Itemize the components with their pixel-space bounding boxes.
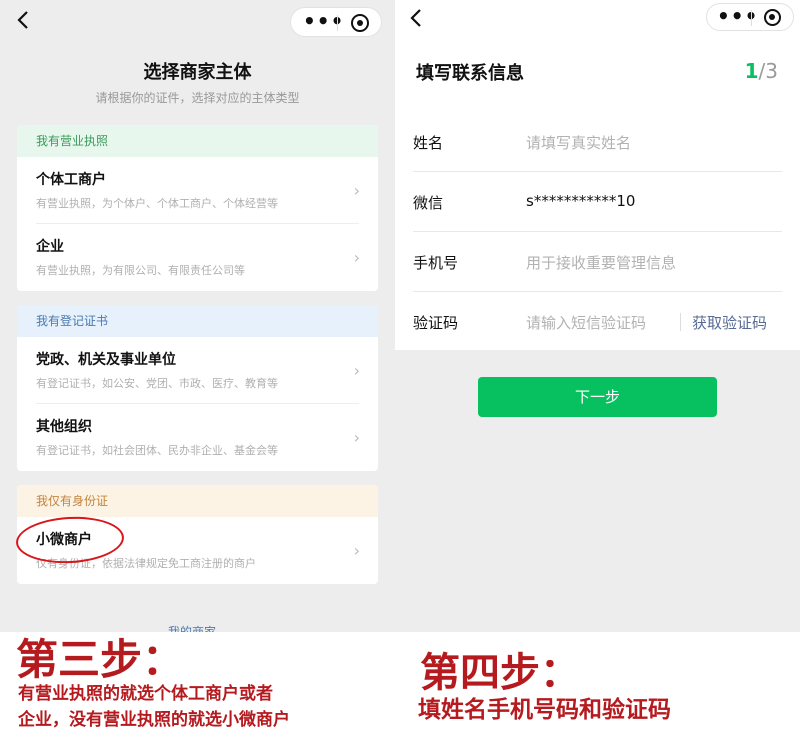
field-label: 姓名 <box>413 134 444 152</box>
capsule-divider <box>751 10 752 26</box>
more-icon[interactable]: ••• <box>717 4 758 32</box>
form-title: 填写联系信息 <box>416 63 524 84</box>
chevron-right-icon: › <box>353 361 360 380</box>
right-screen: ••• 填写联系信息 1/3 姓名 请填写真实姓名 微信 s**********… <box>395 0 800 632</box>
nav-bar: ••• <box>395 0 800 36</box>
step-indicator: 1/3 <box>745 59 778 83</box>
phone-input[interactable]: 用于接收重要管理信息 <box>526 252 676 273</box>
name-input[interactable]: 请填写真实姓名 <box>526 132 631 153</box>
section-registration-cert: 我有登记证书 党政、机关及事业单位 有登记证书，如公安、党团、市政、医疗、教育等… <box>17 305 378 471</box>
wechat-value: s***********10 <box>526 192 636 210</box>
capsule-divider <box>337 15 338 31</box>
phone-field[interactable]: 手机号 用于接收重要管理信息 <box>395 232 800 292</box>
left-screen: ••• 选择商家主体 请根据你的证件，选择对应的主体类型 我有营业执照 个体工商… <box>0 0 395 632</box>
step3-caption-title: 第三步： <box>16 635 185 684</box>
field-label: 手机号 <box>413 254 459 272</box>
option-other-organization[interactable]: 其他组织 有登记证书，如社会团体、民办非企业、基金会等 › <box>17 404 378 471</box>
code-divider <box>680 313 681 331</box>
field-label: 验证码 <box>413 314 459 332</box>
option-desc: 有登记证书，如社会团体、民办非企业、基金会等 <box>36 444 278 457</box>
option-title: 个体工商户 <box>36 172 106 188</box>
close-icon[interactable] <box>351 14 369 32</box>
option-title: 企业 <box>36 239 64 255</box>
option-government-institution[interactable]: 党政、机关及事业单位 有登记证书，如公安、党团、市政、医疗、教育等 › <box>17 337 378 404</box>
page-title: 选择商家主体 <box>143 62 252 83</box>
next-step-button[interactable]: 下一步 <box>478 377 717 417</box>
back-icon[interactable] <box>407 6 427 30</box>
option-individual-business[interactable]: 个体工商户 有营业执照，为个体户、个体工商户、个体经营等 › <box>17 157 378 224</box>
step3-caption-line2: 企业，没有营业执照的就选小微商户 <box>18 710 290 730</box>
step3-caption-line1: 有营业执照的就选个体工商户或者 <box>18 684 273 704</box>
menu-capsule: ••• <box>706 3 794 31</box>
chevron-right-icon: › <box>353 181 360 200</box>
name-field[interactable]: 姓名 请填写真实姓名 <box>395 112 800 172</box>
menu-capsule: ••• <box>290 7 382 37</box>
chevron-right-icon: › <box>353 428 360 447</box>
step-total: /3 <box>758 59 778 83</box>
option-enterprise[interactable]: 企业 有营业执照，为有限公司、有限责任公司等 › <box>17 224 378 291</box>
nav-bar: ••• <box>0 0 395 44</box>
option-desc: 有营业执照，为有限公司、有限责任公司等 <box>36 264 245 277</box>
section-header: 我有营业执照 <box>17 125 378 157</box>
get-code-button[interactable]: 获取验证码 <box>692 312 767 333</box>
back-icon[interactable] <box>14 8 34 32</box>
verification-code-field[interactable]: 验证码 请输入短信验证码 获取验证码 <box>395 292 800 352</box>
chevron-right-icon: › <box>353 248 360 267</box>
field-label: 微信 <box>413 194 444 212</box>
page-subtitle: 请根据你的证件，选择对应的主体类型 <box>95 91 300 105</box>
more-icon[interactable]: ••• <box>303 8 344 38</box>
code-input[interactable]: 请输入短信验证码 <box>526 312 646 333</box>
option-title: 其他组织 <box>36 419 92 435</box>
step4-caption-line1: 填姓名手机号码和验证码 <box>418 697 671 723</box>
close-icon[interactable] <box>764 9 781 26</box>
option-desc: 有登记证书，如公安、党团、市政、医疗、教育等 <box>36 377 278 390</box>
section-header: 我仅有身份证 <box>17 485 378 517</box>
step-current: 1 <box>744 59 759 83</box>
section-header: 我有登记证书 <box>17 305 378 337</box>
option-desc: 有营业执照，为个体户、个体工商户、个体经营等 <box>36 197 278 210</box>
wechat-field: 微信 s***********10 <box>395 172 800 232</box>
option-title: 党政、机关及事业单位 <box>36 352 176 368</box>
section-business-license: 我有营业执照 个体工商户 有营业执照，为个体户、个体工商户、个体经营等 › 企业… <box>17 125 378 291</box>
form-panel: ••• 填写联系信息 1/3 姓名 请填写真实姓名 微信 s**********… <box>395 0 800 350</box>
chevron-right-icon: › <box>353 541 360 560</box>
